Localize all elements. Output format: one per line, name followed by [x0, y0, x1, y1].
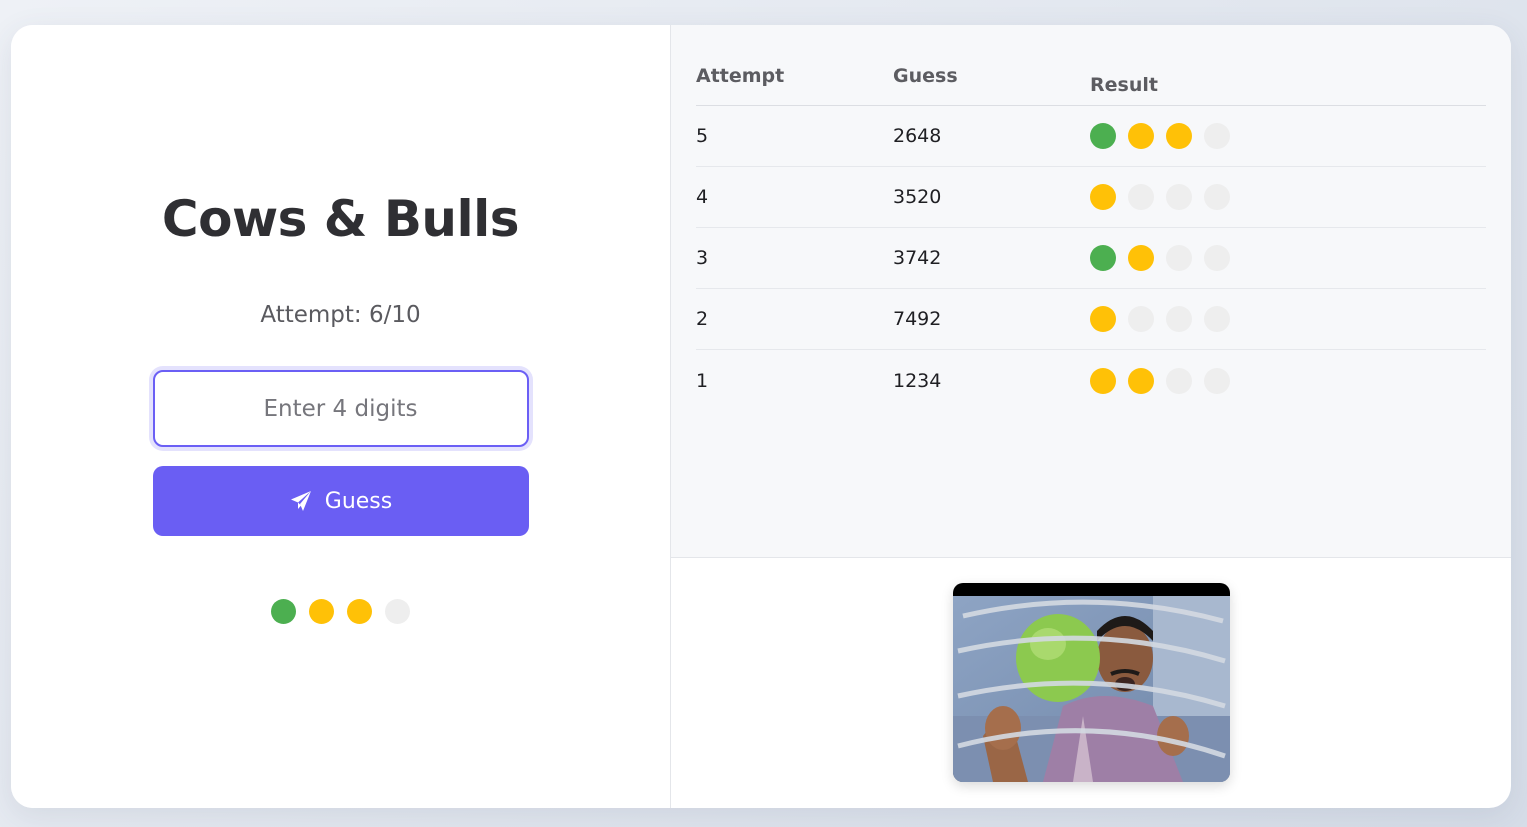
header-attempt: Attempt — [696, 65, 785, 87]
history-row: 3 3742 — [696, 228, 1486, 289]
row-attempt: 4 — [696, 186, 709, 208]
history-row: 4 3520 — [696, 167, 1486, 228]
row-attempt: 3 — [696, 247, 709, 269]
game-card: Cows & Bulls Attempt: 6/10 Guess Attempt… — [11, 25, 1511, 808]
row-attempt: 1 — [696, 369, 709, 392]
row-guess: 1234 — [893, 369, 942, 392]
cow-dot — [1090, 184, 1116, 210]
row-result — [1090, 123, 1486, 149]
game-title: Cows & Bulls — [161, 190, 520, 248]
cow-dot — [347, 599, 372, 624]
cow-dot — [1128, 245, 1154, 271]
none-dot — [1166, 367, 1192, 394]
none-dot — [1204, 245, 1230, 271]
game-panel: Cows & Bulls Attempt: 6/10 Guess — [11, 25, 671, 808]
bull-dot — [1090, 123, 1116, 149]
row-guess: 3742 — [893, 247, 942, 269]
history-rows: 5 2648 4 3520 3 3742 2 7492 1 1234 — [696, 106, 1486, 411]
bull-dot — [271, 599, 296, 624]
paper-plane-icon — [290, 491, 311, 511]
row-guess: 2648 — [893, 125, 942, 147]
results-panel: Attempt Guess Result 5 2648 4 3520 3 3742 2 749… — [671, 25, 1511, 808]
guess-button[interactable]: Guess — [152, 466, 529, 536]
cow-dot — [1090, 306, 1116, 332]
guess-button-label: Guess — [324, 488, 393, 514]
none-dot — [1166, 184, 1192, 210]
cow-dot — [1166, 123, 1192, 149]
cow-dot — [1128, 123, 1154, 149]
none-dot — [1204, 184, 1230, 210]
none-dot — [1128, 306, 1154, 332]
history-table: Attempt Guess Result 5 2648 4 3520 3 3742 2 749… — [671, 25, 1511, 558]
row-guess: 3520 — [893, 186, 942, 208]
cow-dot — [1128, 367, 1154, 394]
row-result — [1090, 367, 1486, 394]
bull-dot — [1090, 245, 1116, 271]
row-result — [1090, 184, 1486, 210]
none-dot — [1204, 367, 1230, 394]
none-dot — [1166, 245, 1192, 271]
media-area — [671, 558, 1511, 808]
cow-dot — [309, 599, 334, 624]
none-dot — [1128, 184, 1154, 210]
row-attempt: 2 — [696, 308, 709, 330]
history-row: 1 1234 — [696, 350, 1486, 411]
row-guess: 7492 — [893, 308, 942, 330]
none-dot — [1204, 123, 1230, 149]
cow-dot — [1090, 367, 1116, 394]
history-row: 2 7492 — [696, 289, 1486, 350]
guess-input[interactable] — [152, 370, 529, 447]
current-result-dots — [271, 599, 410, 624]
row-result — [1090, 245, 1486, 271]
attempt-counter: Attempt: 6/10 — [260, 302, 421, 328]
history-row: 5 2648 — [696, 106, 1486, 167]
row-result — [1090, 306, 1486, 332]
header-guess: Guess — [893, 65, 958, 87]
none-dot — [1166, 306, 1192, 332]
none-dot — [385, 599, 410, 624]
reaction-meme-image — [952, 583, 1230, 782]
row-attempt: 5 — [696, 125, 709, 147]
header-result: Result — [1090, 74, 1158, 96]
history-header: Attempt Guess Result — [696, 65, 1486, 106]
meme-illustration — [952, 596, 1230, 782]
none-dot — [1204, 306, 1230, 332]
